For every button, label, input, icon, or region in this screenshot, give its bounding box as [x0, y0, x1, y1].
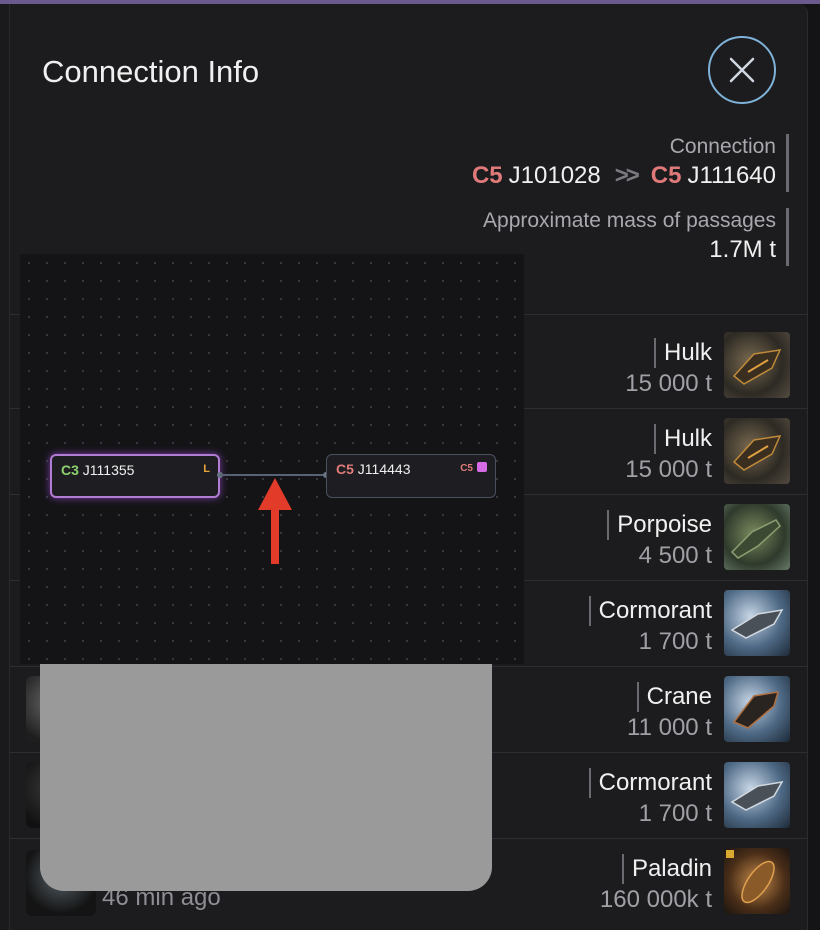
ship-mass: 11 000 t — [627, 714, 712, 741]
ship-name: Crane — [636, 682, 712, 712]
paladin-ship-icon — [724, 848, 790, 914]
from-class: C5 — [471, 162, 503, 189]
connection-info: Connection C5 J101028 >> C5 J111640 — [472, 134, 789, 192]
node-a-class: C3 — [61, 462, 79, 478]
porpoise-ship-icon — [724, 504, 790, 570]
ship-mass: 15 000 t — [625, 370, 712, 397]
red-arrow-icon — [258, 478, 292, 564]
mass-info: Approximate mass of passages 1.7M t — [483, 208, 789, 266]
cormorant-ship-icon — [724, 590, 790, 656]
from-system[interactable]: J101028 — [509, 162, 601, 189]
map-node-b[interactable]: C5 J114443 C5 — [326, 454, 496, 498]
ship-mass: 4 500 t — [638, 542, 712, 569]
ship-name: Hulk — [653, 424, 712, 454]
mass-value: 1.7M t — [709, 236, 776, 263]
crane-ship-icon — [724, 676, 790, 742]
ship-mass: 160 000k t — [599, 886, 712, 913]
dialog-title: Connection Info — [42, 54, 260, 89]
hulk-ship-icon — [724, 418, 790, 484]
ship-name: Paladin — [621, 854, 712, 884]
ship-name: Cormorant — [588, 596, 712, 626]
cormorant-ship-icon — [724, 762, 790, 828]
close-button[interactable] — [708, 36, 776, 104]
ship-mass: 15 000 t — [625, 456, 712, 483]
wormhole-map-overlay: C3 J111355 L C5 J114443 C5 — [20, 254, 524, 664]
direction-arrows-icon: >> — [614, 162, 640, 189]
close-icon — [729, 57, 755, 83]
effect-square-icon — [477, 462, 487, 472]
mass-label: Approximate mass of passages — [483, 209, 776, 232]
to-system[interactable]: J111640 — [687, 162, 776, 189]
node-a-system: J111355 — [82, 462, 135, 478]
to-class: C5 — [650, 162, 682, 189]
connection-systems: C5 J101028 >> C5 J111640 — [472, 160, 776, 192]
node-b-tag: C5 — [460, 463, 473, 474]
node-b-system: J114443 — [357, 461, 411, 477]
connection-link[interactable] — [220, 474, 326, 476]
underlying-window-edge — [0, 4, 10, 930]
ship-mass: 1 700 t — [638, 800, 712, 827]
node-b-class: C5 — [336, 461, 354, 477]
connection-label: Connection — [669, 135, 776, 158]
hulk-ship-icon — [724, 332, 790, 398]
map-node-a[interactable]: C3 J111355 L — [50, 454, 220, 498]
ship-name: Cormorant — [588, 768, 712, 798]
ship-name: Porpoise — [607, 510, 712, 540]
ship-mass: 1 700 t — [638, 628, 712, 655]
ship-name: Hulk — [653, 338, 712, 368]
redacted-region — [40, 664, 492, 891]
node-a-tag: L — [203, 463, 210, 475]
